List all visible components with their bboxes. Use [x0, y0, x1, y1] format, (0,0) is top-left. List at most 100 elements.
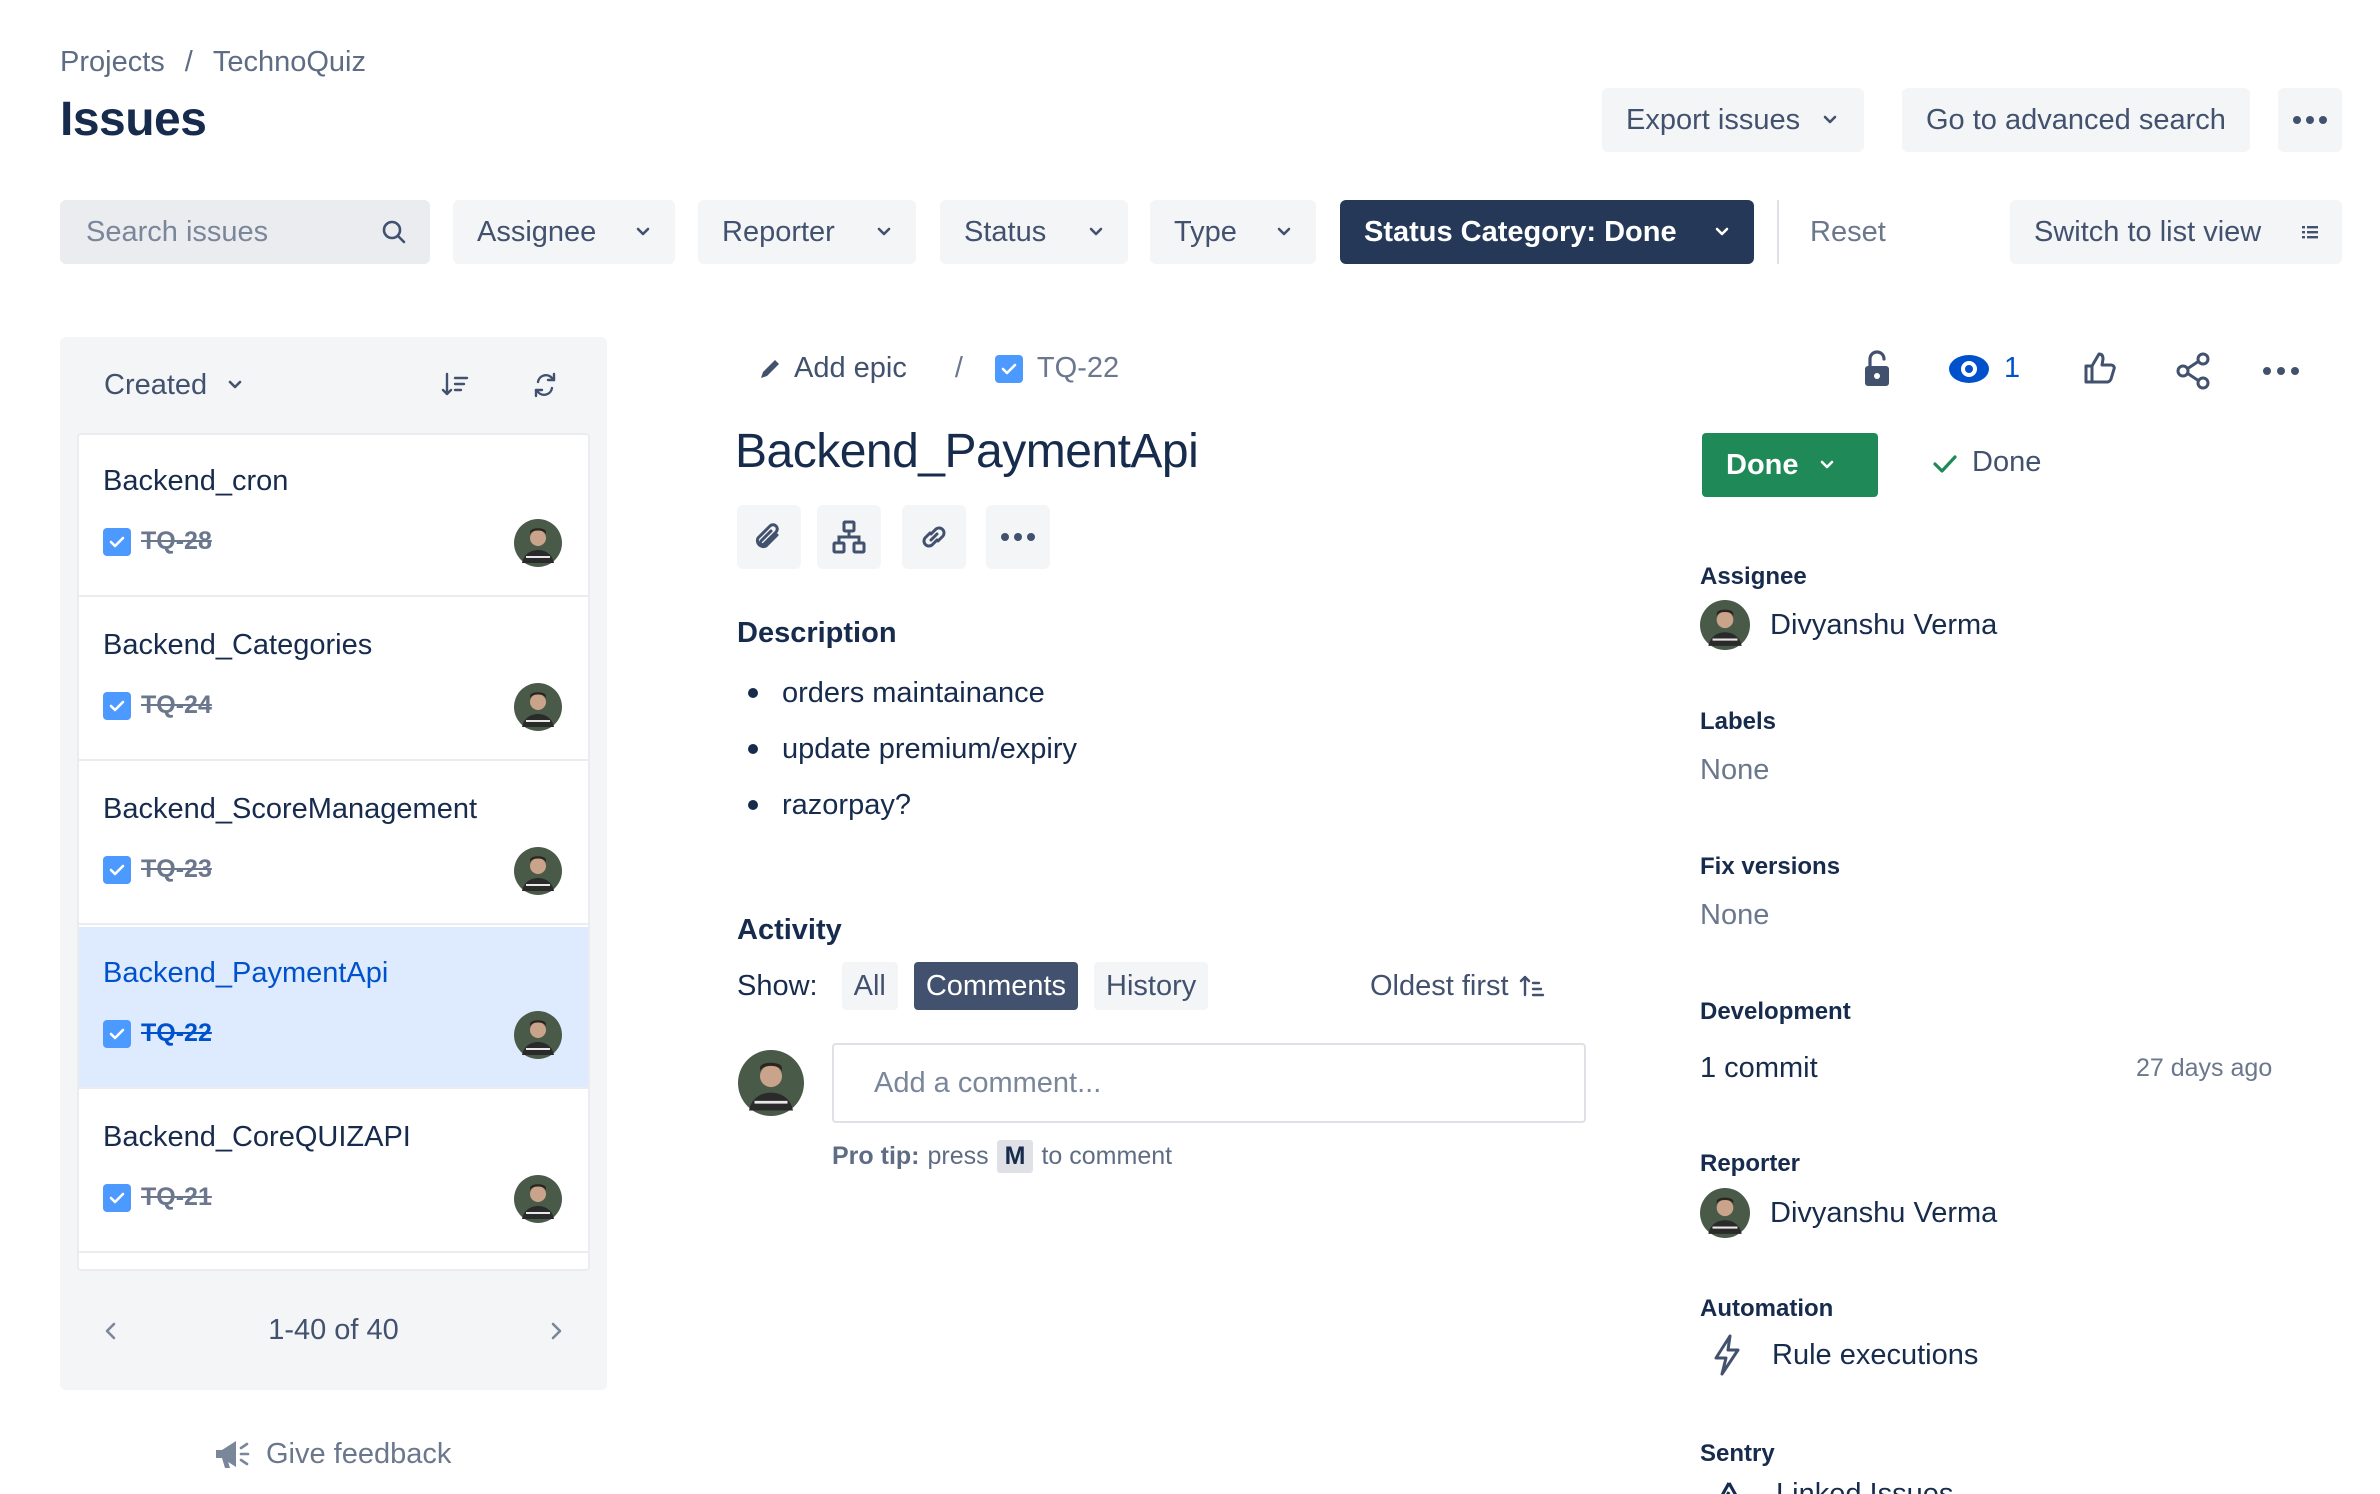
show-label: Show: — [737, 969, 818, 1002]
task-icon — [103, 691, 131, 720]
issue-more-button[interactable] — [2262, 366, 2300, 376]
activity-filter: Show: All Comments History — [737, 962, 1209, 1010]
megaphone-icon — [216, 1441, 250, 1468]
attach-button[interactable] — [737, 505, 801, 569]
chevron-down-icon — [636, 227, 650, 236]
list-item-key-row: TQ-23 — [103, 855, 212, 884]
linked-issues-button[interactable]: Linked Issues — [1712, 1478, 1953, 1494]
switch-view-label: Switch to list view — [2034, 215, 2262, 248]
lock-button[interactable] — [1862, 350, 1892, 388]
task-icon — [103, 1183, 131, 1212]
reset-button[interactable]: Reset — [1810, 200, 1886, 264]
linked-issues-label: Linked Issues — [1776, 1478, 1954, 1494]
list-item-key-row: TQ-21 — [103, 1183, 212, 1212]
breadcrumb: Projects / TechnoQuiz — [60, 46, 366, 79]
status-category-filter-label: Status Category: Done — [1364, 215, 1677, 248]
assignee-filter[interactable]: Assignee — [453, 200, 675, 264]
assignee-field[interactable]: Divyanshu Verma — [1700, 600, 1997, 650]
search-placeholder: Search issues — [86, 215, 269, 248]
list-item[interactable]: Backend_cron TQ-28 — [79, 435, 588, 597]
reporter-field[interactable]: Divyanshu Verma — [1700, 1188, 1997, 1238]
issue-key-link[interactable]: TQ-22 — [994, 352, 1120, 385]
rule-executions-button[interactable]: Rule executions — [1712, 1334, 1978, 1376]
tab-history[interactable]: History — [1094, 962, 1209, 1010]
description-heading: Description — [737, 617, 897, 649]
pro-tip-tail: to comment — [1041, 1142, 1173, 1170]
user-avatar-icon — [514, 1175, 562, 1223]
chevron-right-icon[interactable] — [545, 1320, 567, 1342]
assignee-label: Assignee — [1700, 563, 1807, 590]
pagination: 1-40 of 40 — [60, 1271, 607, 1390]
more-actions-button[interactable] — [2278, 88, 2342, 152]
tab-comments[interactable]: Comments — [913, 962, 1079, 1010]
list-view-icon — [2302, 226, 2318, 239]
advanced-search-button[interactable]: Go to advanced search — [1902, 88, 2250, 152]
assignee-name: Divyanshu Verma — [1770, 608, 1998, 641]
avatar — [514, 1175, 562, 1223]
chevron-down-icon — [1089, 227, 1103, 236]
description[interactable]: orders maintainance update premium/expir… — [748, 665, 1077, 833]
share-button[interactable] — [2174, 352, 2212, 390]
watcher-count: 1 — [2004, 352, 2021, 384]
issue-title[interactable]: Backend_PaymentApi — [735, 424, 1199, 479]
list-item-key: TQ-24 — [141, 691, 212, 719]
chevron-down-icon — [1823, 115, 1837, 124]
link-icon — [922, 526, 946, 548]
more-icon — [2293, 116, 2327, 124]
labels-value[interactable]: None — [1700, 754, 1769, 787]
sort-order-toggle[interactable]: Oldest first — [1370, 962, 1545, 1010]
list-item-title: Backend_PaymentApi — [103, 957, 389, 989]
status-transition-button[interactable]: Done — [1702, 433, 1878, 497]
switch-to-list-view-button[interactable]: Switch to list view — [2010, 200, 2342, 264]
resolution-label: Done — [1972, 446, 2042, 478]
commit-link[interactable]: 1 commit — [1700, 1052, 1818, 1085]
give-feedback-button[interactable]: Give feedback — [212, 1436, 451, 1472]
chevron-down-icon — [1277, 227, 1291, 236]
lightning-icon — [1714, 1334, 1740, 1376]
issue-breadcrumb: Add epic / TQ-22 — [758, 352, 1119, 385]
tab-all[interactable]: All — [841, 962, 898, 1010]
pro-tip-lead: Pro tip: — [832, 1142, 920, 1170]
export-issues-button[interactable]: Export issues — [1602, 88, 1865, 152]
breadcrumb-projects[interactable]: Projects — [60, 46, 165, 79]
filter-divider — [1777, 200, 1779, 264]
development-label: Development — [1700, 998, 1851, 1025]
fix-versions-value[interactable]: None — [1700, 899, 1769, 932]
list-item-title: Backend_cron — [103, 465, 289, 497]
check-icon — [1933, 454, 1957, 473]
vote-button[interactable] — [2082, 350, 2118, 386]
list-item[interactable] — [79, 1255, 588, 1269]
breadcrumb-project[interactable]: TechnoQuiz — [213, 46, 366, 79]
refresh-button[interactable] — [530, 370, 560, 400]
avatar — [514, 1011, 562, 1059]
search-issues-input[interactable]: Search issues — [60, 200, 430, 264]
list-item-key: TQ-28 — [141, 527, 212, 555]
toolbar-more-button[interactable] — [986, 505, 1050, 569]
add-epic-button[interactable]: Add epic — [758, 352, 907, 385]
sort-by-dropdown[interactable]: Created — [104, 369, 245, 402]
status-filter[interactable]: Status — [940, 200, 1128, 264]
issue-key: TQ-22 — [1036, 352, 1120, 384]
link-issue-button[interactable] — [902, 505, 966, 569]
sort-descending-icon — [441, 372, 469, 396]
status-category-filter[interactable]: Status Category: Done — [1340, 200, 1754, 264]
list-item[interactable]: Backend_Categories TQ-24 — [79, 599, 588, 761]
list-item-title: Backend_CoreQUIZAPI — [103, 1121, 411, 1153]
child-issue-button[interactable] — [817, 505, 881, 569]
reporter-filter[interactable]: Reporter — [698, 200, 916, 264]
user-avatar-icon — [514, 519, 562, 567]
chevron-left-icon[interactable] — [100, 1320, 122, 1342]
watchers-button[interactable]: 1 — [1948, 352, 2020, 385]
list-item[interactable]: Backend_ScoreManagement TQ-23 — [79, 763, 588, 925]
sort-order-button[interactable] — [440, 370, 470, 400]
chevron-down-icon — [1820, 460, 1833, 469]
task-icon — [103, 1019, 131, 1048]
list-item[interactable]: Backend_CoreQUIZAPI TQ-21 — [79, 1091, 588, 1253]
comment-input[interactable]: Add a comment... — [832, 1043, 1586, 1123]
list-item-title: Backend_ScoreManagement — [103, 793, 478, 825]
description-item: update premium/expiry — [748, 721, 1077, 777]
list-item[interactable]: Backend_PaymentApi TQ-22 — [79, 927, 588, 1089]
share-icon — [2176, 352, 2210, 390]
list-item-key: TQ-23 — [141, 855, 212, 883]
type-filter[interactable]: Type — [1150, 200, 1316, 264]
